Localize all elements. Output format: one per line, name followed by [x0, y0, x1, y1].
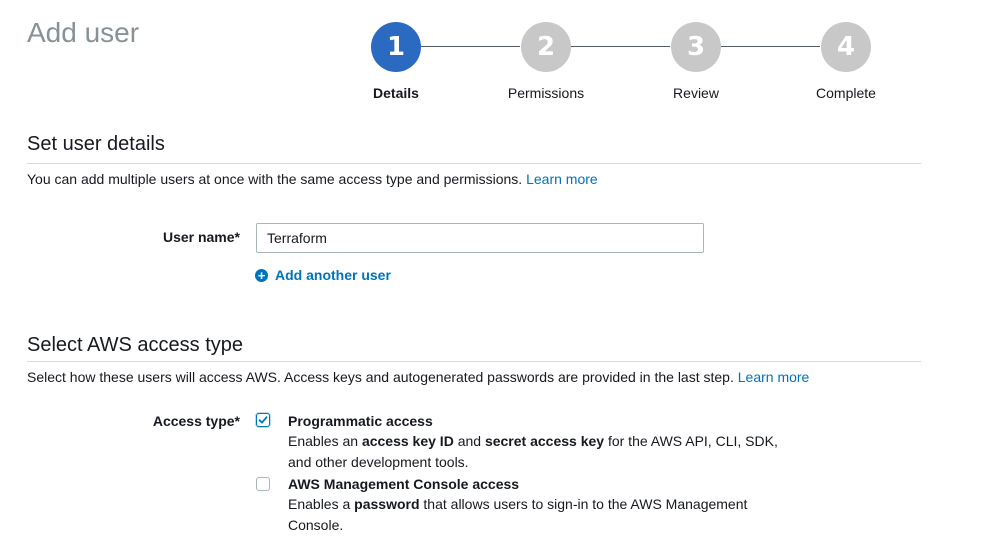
add-another-user-label: Add another user [275, 267, 391, 283]
divider [27, 163, 921, 164]
desc-text: Enables a [288, 496, 355, 512]
user-name-input[interactable] [256, 223, 704, 253]
section-description: Select how these users will access AWS. … [27, 369, 809, 385]
desc-bold: password [354, 496, 420, 512]
desc-bold: access key ID [361, 433, 454, 449]
description-text: Select how these users will access AWS. … [27, 369, 734, 385]
access-type-label: Access type* [152, 413, 240, 429]
learn-more-link[interactable]: Learn more [526, 171, 598, 187]
desc-bold: secret access key [484, 433, 605, 449]
step-label: Details [373, 85, 419, 101]
section-title-user-details: Set user details [27, 133, 165, 155]
desc-text: Console. [288, 517, 344, 533]
wizard-stepper: 1 Details 2 Permissions 3 Review 4 Compl… [320, 22, 920, 112]
programmatic-access-checkbox[interactable] [256, 413, 270, 427]
step-label: Complete [816, 85, 876, 101]
page-title: Add user [27, 17, 140, 48]
step-number: 1 [371, 22, 421, 72]
console-access-checkbox[interactable] [256, 477, 270, 491]
plus-circle-icon: + [255, 268, 268, 282]
step-details[interactable]: 1 Details [346, 22, 446, 101]
desc-text: for the AWS API, CLI, SDK, [604, 433, 778, 449]
divider [27, 361, 921, 362]
programmatic-access-title: Programmatic access [288, 413, 433, 429]
desc-text: and other development tools. [288, 454, 469, 470]
step-number: 2 [521, 22, 571, 72]
step-label: Review [673, 85, 719, 101]
console-access-title: AWS Management Console access [288, 476, 520, 492]
desc-text: and [453, 433, 485, 449]
checkmark-icon [258, 416, 268, 424]
user-name-label: User name* [162, 229, 240, 245]
step-permissions[interactable]: 2 Permissions [496, 22, 596, 101]
step-review[interactable]: 3 Review [646, 22, 746, 101]
description-text: You can add multiple users at once with … [27, 171, 523, 187]
desc-text: Enables an [288, 433, 362, 449]
section-description: You can add multiple users at once with … [27, 171, 598, 187]
step-number: 4 [821, 22, 871, 72]
desc-text: that allows users to sign-in to the AWS … [419, 496, 748, 512]
step-label: Permissions [507, 85, 585, 101]
console-access-description: Enables a password that allows users to … [288, 494, 788, 536]
step-number: 3 [671, 22, 721, 72]
section-title-access-type: Select AWS access type [27, 334, 244, 356]
programmatic-access-description: Enables an access key ID and secret acce… [288, 431, 788, 473]
learn-more-link[interactable]: Learn more [738, 369, 810, 385]
step-complete[interactable]: 4 Complete [796, 22, 896, 101]
add-another-user-link[interactable]: + Add another user [255, 267, 391, 283]
